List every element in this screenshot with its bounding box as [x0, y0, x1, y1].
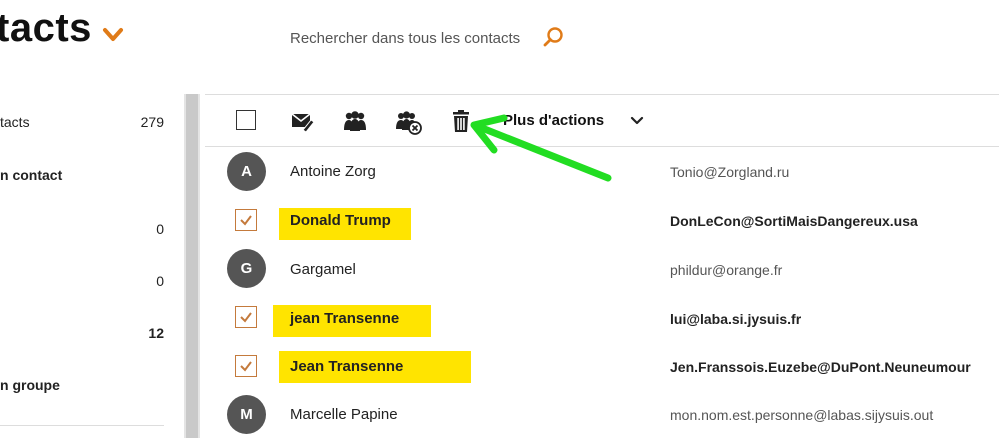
row-checkbox[interactable] [235, 209, 257, 231]
sidebar-add-group[interactable]: n groupe [0, 377, 60, 393]
contact-name[interactable]: Antoine Zorg [290, 163, 376, 180]
avatar[interactable]: G [227, 249, 266, 288]
search-input[interactable]: Rechercher dans tous les contacts [290, 30, 520, 47]
chevron-down-icon[interactable] [102, 27, 124, 43]
row-checkbox[interactable] [235, 355, 257, 377]
sidebar-item-all-contacts[interactable]: tacts [0, 114, 30, 130]
scrollbar-thumb[interactable] [186, 94, 198, 438]
contact-name[interactable]: jean Transenne [290, 310, 399, 327]
email-edit-icon[interactable] [289, 108, 315, 134]
contact-email: phildur@orange.fr [670, 262, 783, 278]
select-all-checkbox[interactable] [236, 110, 256, 130]
annotation-arrow-icon [470, 114, 612, 182]
sidebar-count-2: 0 [156, 221, 164, 237]
header-divider [205, 94, 999, 95]
search-icon[interactable] [542, 26, 564, 48]
row-checkbox[interactable] [235, 306, 257, 328]
page-title: tacts [0, 6, 92, 50]
contact-name[interactable]: Gargamel [290, 261, 356, 278]
sidebar-divider [0, 425, 164, 426]
contact-name[interactable]: Jean Transenne [290, 358, 403, 375]
group-icon[interactable] [342, 108, 368, 134]
contact-email: mon.nom.est.personne@labas.sijysuis.out [670, 407, 934, 423]
avatar[interactable]: A [227, 152, 266, 191]
sidebar-count-4: 12 [148, 325, 164, 341]
sidebar-count-all: 279 [140, 114, 164, 130]
group-remove-icon[interactable] [395, 108, 423, 136]
chevron-down-icon[interactable] [630, 116, 644, 126]
contact-email: Tonio@Zorgland.ru [670, 164, 790, 180]
contact-email: lui@laba.si.jysuis.fr [670, 311, 802, 327]
avatar[interactable]: M [227, 395, 266, 434]
contact-email: DonLeCon@SortiMaisDangereux.usa [670, 213, 918, 229]
contact-name[interactable]: Marcelle Papine [290, 406, 398, 423]
contact-name[interactable]: Donald Trump [290, 212, 391, 229]
sidebar-count-3: 0 [156, 273, 164, 289]
sidebar-add-contact[interactable]: n contact [0, 167, 62, 183]
contact-email: Jen.Franssois.Euzebe@DuPont.Neuneumour [670, 359, 971, 375]
